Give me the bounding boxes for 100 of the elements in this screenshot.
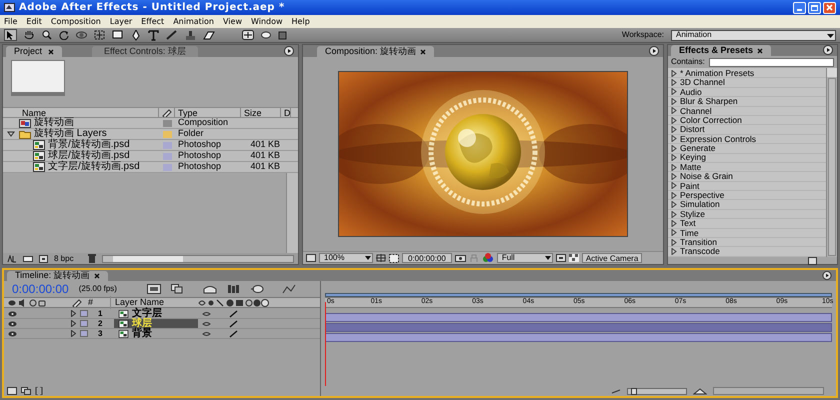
contains-field[interactable] (708, 58, 834, 66)
close-button[interactable] (823, 2, 836, 14)
bit-depth-button[interactable]: 8 bpc (54, 252, 74, 264)
effect-category[interactable]: Expression Controls (680, 134, 756, 144)
brackets-icon[interactable] (35, 387, 43, 395)
safe-zones-icon[interactable] (376, 254, 386, 262)
slider-thumb[interactable] (630, 388, 637, 394)
effect-category[interactable]: Paint (680, 182, 700, 190)
vertical-scrollbar[interactable] (286, 173, 298, 253)
trash-icon[interactable] (88, 254, 96, 263)
panel-menu-icon[interactable] (822, 271, 832, 280)
composition-mini-flowchart-icon[interactable] (146, 284, 161, 294)
frame-blending-icon[interactable] (226, 284, 240, 294)
label-swatch[interactable] (80, 310, 88, 317)
menu-item[interactable]: File (4, 16, 18, 28)
work-area-bar[interactable] (325, 293, 832, 297)
preview-icon[interactable] (306, 254, 316, 262)
folder-icon[interactable] (23, 255, 33, 262)
menu-item[interactable]: Layer (110, 16, 132, 28)
horizontal-scrollbar[interactable] (713, 387, 824, 395)
label-swatch[interactable] (162, 130, 172, 138)
effects-tab[interactable]: Effects & Presets (671, 45, 772, 56)
label-swatch[interactable] (80, 330, 88, 337)
label-swatch[interactable] (162, 142, 172, 148)
transparency-grid-icon[interactable] (568, 254, 579, 262)
rotate-icon[interactable] (59, 30, 69, 40)
close-icon[interactable] (420, 48, 426, 54)
item-name[interactable]: 背景/旋转动画.psd (48, 140, 130, 150)
zoom-out-icon[interactable] (611, 388, 621, 394)
layers-icon[interactable] (170, 284, 183, 294)
panel-menu-icon[interactable] (823, 45, 833, 55)
interpret-footage-icon[interactable] (7, 254, 17, 262)
brush-icon[interactable] (166, 30, 178, 40)
motion-blur-icon[interactable] (250, 284, 264, 294)
minimize-button[interactable] (793, 2, 806, 14)
label-swatch[interactable] (80, 320, 88, 327)
hand-icon[interactable] (24, 30, 35, 40)
timecode-field[interactable]: 0:00:00:00 (402, 253, 452, 263)
effect-category[interactable]: Channel (680, 106, 712, 116)
eye-icon[interactable] (8, 330, 17, 336)
stamp-icon[interactable] (185, 30, 196, 40)
region-of-interest-icon[interactable] (556, 254, 566, 262)
effect-category[interactable]: Generate (680, 144, 716, 153)
rectangle-mask-icon[interactable] (112, 30, 124, 40)
effect-category[interactable]: Keying (680, 153, 706, 162)
effect-category[interactable]: Perspective (680, 191, 724, 200)
effect-category[interactable]: Stylize (680, 210, 706, 218)
eye-icon[interactable] (8, 310, 17, 316)
panel-tab[interactable]: Effect Controls: 球层 (92, 46, 198, 57)
mask-view-icon[interactable] (389, 254, 399, 262)
pen-icon[interactable] (131, 30, 141, 40)
effect-category[interactable]: Blur & Sharpen (680, 97, 738, 106)
effect-category[interactable]: Transcode (680, 247, 720, 256)
horizontal-scrollbar[interactable] (102, 254, 294, 262)
composition-tab[interactable]: Composition: 旋转动画 (317, 46, 434, 57)
effect-category[interactable]: Transition (680, 238, 718, 246)
label-swatch[interactable] (162, 164, 172, 170)
effect-category[interactable]: Text (680, 219, 696, 228)
menu-item[interactable]: Help (292, 16, 310, 28)
track-xy-icon[interactable] (94, 30, 105, 40)
layer-name-cell[interactable]: 球层 (114, 319, 198, 328)
menu-item[interactable]: Effect (141, 16, 164, 28)
layer-name-cell[interactable]: 背景 (114, 329, 198, 338)
effect-category[interactable]: Time (680, 228, 699, 238)
resolution-dropdown[interactable]: Full (496, 253, 553, 263)
composition-icon[interactable] (39, 254, 48, 262)
panel-menu-icon[interactable] (649, 46, 659, 56)
rgb-channels-icon[interactable] (482, 253, 494, 263)
camera-icon[interactable] (454, 254, 466, 262)
item-name[interactable]: 旋转动画 (34, 118, 74, 128)
maximize-button[interactable] (808, 2, 821, 14)
effect-category[interactable]: Distort (680, 125, 705, 134)
panel-tab[interactable]: Project (6, 46, 62, 57)
column-header[interactable]: Type (175, 108, 241, 117)
label-swatch[interactable] (162, 152, 172, 160)
graph-editor-icon[interactable] (282, 284, 296, 294)
effect-category[interactable]: Audio (680, 88, 702, 96)
item-name[interactable]: 旋转动画 Layers (34, 129, 107, 139)
orbit-camera-icon[interactable] (76, 30, 87, 40)
draft-3d-icon[interactable] (202, 284, 217, 294)
vertical-scrollbar[interactable] (826, 68, 837, 257)
effect-category[interactable]: Simulation (680, 200, 720, 209)
close-icon[interactable] (94, 273, 100, 279)
camera-dropdown[interactable]: Active Camera (582, 253, 642, 263)
column-header[interactable]: D (281, 108, 291, 117)
eye-icon[interactable] (8, 320, 17, 326)
item-name[interactable]: 文字层/旋转动画.psd (48, 162, 140, 172)
transfer-controls-icon[interactable] (21, 387, 31, 395)
layer-name-cell[interactable]: 文字层 (114, 309, 198, 318)
menu-item[interactable]: View (223, 16, 242, 28)
effect-category[interactable]: Color Correction (680, 116, 742, 124)
close-icon[interactable] (757, 48, 764, 54)
item-name[interactable]: 球层/旋转动画.psd (48, 151, 130, 161)
effect-category[interactable]: Matte (680, 162, 702, 172)
timeline-tab[interactable]: Timeline: 旋转动画 (7, 271, 108, 281)
expanded-arrow-icon[interactable] (7, 131, 15, 137)
panel-menu-icon[interactable] (284, 46, 294, 56)
zoom-slider[interactable] (627, 388, 687, 394)
view-axis-icon[interactable] (278, 30, 287, 40)
workspace-dropdown[interactable]: Animation (671, 30, 836, 40)
